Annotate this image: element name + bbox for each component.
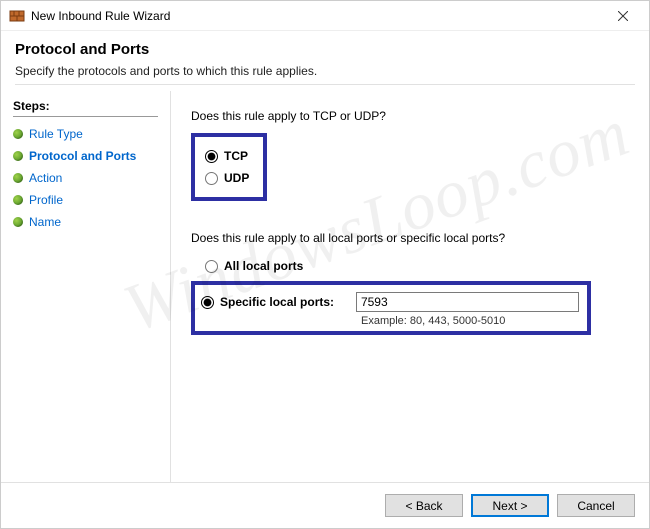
bullet-icon — [13, 173, 23, 183]
ports-all-row[interactable]: All local ports — [205, 255, 629, 277]
radio-all-ports-label[interactable]: All local ports — [224, 259, 303, 273]
steps-heading: Steps: — [13, 99, 158, 117]
page-heading: Protocol and Ports — [15, 41, 635, 58]
window-title: New Inbound Rule Wizard — [31, 9, 170, 23]
wizard-footer: < Back Next > Cancel — [1, 482, 649, 528]
radio-all-ports[interactable] — [205, 260, 218, 273]
radio-specific-ports[interactable] — [201, 296, 214, 309]
titlebar: New Inbound Rule Wizard — [1, 1, 649, 31]
protocol-udp-row[interactable]: UDP — [205, 167, 249, 189]
bullet-icon — [13, 195, 23, 205]
close-icon — [618, 8, 628, 24]
step-action[interactable]: Action — [13, 167, 170, 189]
ports-specific-row: Specific local ports: — [201, 291, 579, 313]
bullet-icon — [13, 217, 23, 227]
radio-tcp-label[interactable]: TCP — [224, 149, 248, 163]
step-label: Action — [29, 171, 62, 185]
step-label: Rule Type — [29, 127, 83, 141]
step-rule-type[interactable]: Rule Type — [13, 123, 170, 145]
wizard-header: Protocol and Ports Specify the protocols… — [1, 31, 649, 91]
page-subtitle: Specify the protocols and ports to which… — [15, 64, 635, 78]
step-profile[interactable]: Profile — [13, 189, 170, 211]
step-name[interactable]: Name — [13, 211, 170, 233]
firewall-icon — [9, 8, 25, 24]
back-button[interactable]: < Back — [385, 494, 463, 517]
radio-specific-ports-label[interactable]: Specific local ports: — [220, 295, 334, 309]
ports-section: Does this rule apply to all local ports … — [191, 231, 629, 335]
step-label: Protocol and Ports — [29, 149, 136, 163]
next-button[interactable]: Next > — [471, 494, 549, 517]
protocol-highlight-box: TCP UDP — [191, 133, 267, 201]
step-label: Name — [29, 215, 61, 229]
radio-tcp[interactable] — [205, 150, 218, 163]
ports-specific-radio-cell[interactable]: Specific local ports: — [201, 291, 356, 313]
cancel-button[interactable]: Cancel — [557, 494, 635, 517]
main-panel: Does this rule apply to TCP or UDP? TCP … — [171, 91, 649, 482]
specific-ports-input[interactable] — [356, 292, 579, 312]
wizard-body: Steps: Rule Type Protocol and Ports Acti… — [1, 91, 649, 482]
ports-example-text: Example: 80, 443, 5000-5010 — [361, 315, 579, 327]
protocol-question: Does this rule apply to TCP or UDP? — [191, 109, 629, 123]
ports-question: Does this rule apply to all local ports … — [191, 231, 629, 245]
bullet-icon — [13, 129, 23, 139]
protocol-tcp-row[interactable]: TCP — [205, 145, 249, 167]
radio-udp-label[interactable]: UDP — [224, 171, 249, 185]
bullet-icon — [13, 151, 23, 161]
step-protocol-and-ports[interactable]: Protocol and Ports — [13, 145, 170, 167]
ports-highlight-box: Specific local ports: Example: 80, 443, … — [191, 281, 591, 335]
radio-udp[interactable] — [205, 172, 218, 185]
wizard-window: New Inbound Rule Wizard Protocol and Por… — [0, 0, 650, 529]
header-divider — [15, 84, 635, 85]
close-button[interactable] — [603, 2, 643, 30]
step-label: Profile — [29, 193, 63, 207]
steps-sidebar: Steps: Rule Type Protocol and Ports Acti… — [1, 91, 171, 482]
